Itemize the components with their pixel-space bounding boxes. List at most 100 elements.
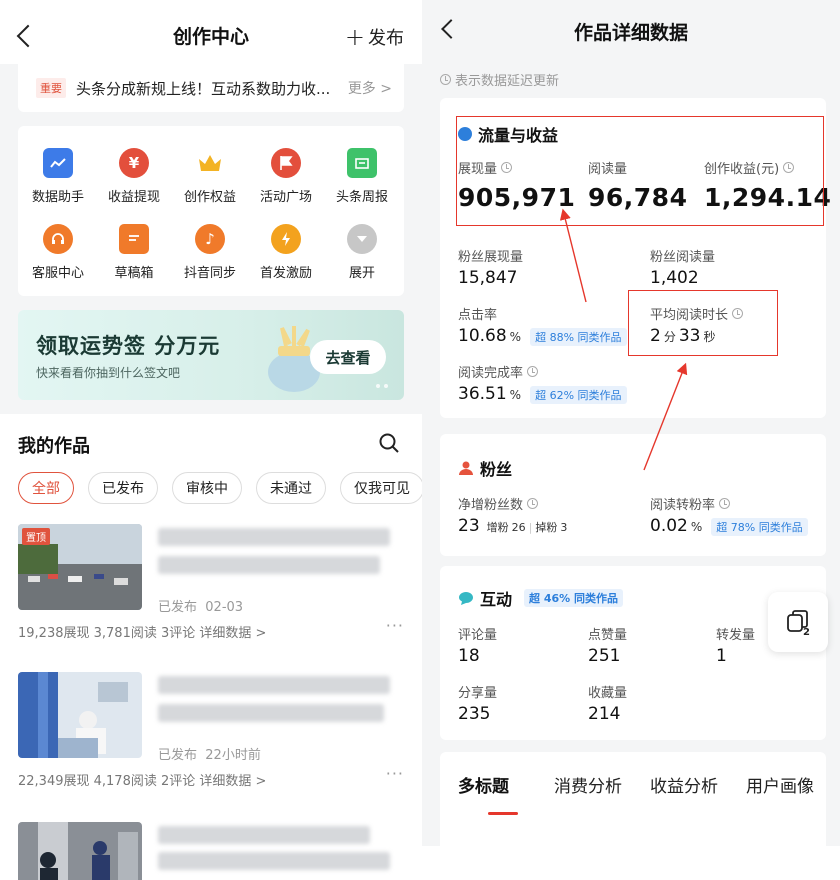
grid-label: 创作权益: [183, 190, 236, 205]
float-count: 2: [803, 627, 810, 638]
grid-item-first-publish-reward[interactable]: 首发激励: [248, 224, 324, 281]
notice-tag: 重要: [36, 78, 66, 98]
grid-label: 收益提现: [107, 190, 160, 205]
work-detail-screen: 作品详细数据 表示数据延迟更新 流量与收益 展现量 905,971 阅读量 96…: [422, 0, 840, 846]
metric-reposts: 转发量 1: [716, 628, 756, 666]
tab-user-profile[interactable]: 用户画像: [746, 772, 814, 797]
blurred-title-line: [158, 704, 384, 722]
grid-label: 活动广场: [259, 190, 312, 205]
douyin-icon: ♪: [195, 224, 225, 254]
grid-label: 客服中心: [31, 266, 84, 281]
calendar-icon: [347, 148, 377, 178]
carousel-dots: [376, 384, 388, 388]
creator-center-screen: 创作中心 + 发布 重要 头条分成新规上线！互动系数助力收... 更多 > 数据…: [0, 0, 422, 880]
tool-grid: 数据助手 ¥ 收益提现 创作权益 活动广场 头条周报 客服中心 草稿箱 ♪ 抖音…: [18, 126, 404, 296]
promo-banner[interactable]: 领取运势签 分万元 快来看看你抽到什么签文吧 去查看: [18, 310, 404, 400]
fans-card: 粉丝 净增粉丝数 23 增粉 26 | 掉粉 3 阅读转粉率 0.02% 超 78% …: [440, 434, 826, 556]
metric-net-fans: 净增粉丝数 23 增粉 26 | 掉粉 3: [458, 498, 568, 536]
work-stats[interactable]: 19,238展现 3,781阅读 3评论 详细数据 >: [18, 622, 266, 641]
banner-title: 领取运势签 分万元: [36, 334, 221, 358]
person-icon: [459, 461, 473, 475]
grid-label: 抖音同步: [183, 266, 236, 281]
grid-label: 草稿箱: [114, 266, 154, 281]
blurred-title-line: [158, 676, 390, 694]
work-status-time: 已发布 02-03: [158, 600, 244, 615]
work-stats[interactable]: 22,349展现 4,178阅读 2评论 详细数据 >: [18, 770, 266, 789]
search-icon[interactable]: [378, 432, 400, 454]
grid-item-creator-rights[interactable]: 创作权益: [172, 148, 248, 205]
delay-note: 表示数据延迟更新: [440, 70, 559, 89]
top-bar: 作品详细数据: [422, 0, 840, 62]
work-item[interactable]: 置顶 已发布 02-03 19,238展现 3,781阅读 3评论 详细数据 >…: [18, 524, 408, 648]
comparison-badge: 超 78% 同类作品: [711, 518, 808, 536]
blurred-title-line: [158, 826, 370, 844]
comparison-badge: 超 88% 同类作品: [530, 328, 627, 346]
metric-ctr: 点击率 10.68% 超 88% 同类作品: [458, 304, 627, 346]
notice-bar[interactable]: 重要 头条分成新规上线！互动系数助力收... 更多 >: [18, 64, 404, 112]
plus-icon: +: [344, 23, 365, 51]
pinned-tag: 置顶: [22, 528, 50, 545]
filter-published[interactable]: 已发布: [88, 472, 158, 504]
highlight-box-avg-time: [628, 290, 778, 356]
banner-subtitle: 快来看看你抽到什么签文吧: [36, 366, 181, 380]
clock-icon: [440, 74, 451, 85]
grid-item-drafts[interactable]: 草稿箱: [96, 224, 172, 281]
grid-item-customer-service[interactable]: 客服中心: [20, 224, 96, 281]
work-status-time: 已发布 22小时前: [158, 748, 261, 763]
metric-completion-rate: 阅读完成率 36.51% 超 62% 同类作品: [458, 362, 627, 404]
metric-read-to-fan-rate: 阅读转粉率 0.02% 超 78% 同类作品: [650, 494, 808, 536]
top-bar: 创作中心 + 发布: [0, 0, 422, 64]
clock-icon: [527, 498, 539, 509]
expand-icon: [347, 224, 377, 254]
more-dots-icon[interactable]: ···: [386, 616, 404, 635]
grid-item-activity-square[interactable]: 活动广场: [248, 148, 324, 205]
publish-button[interactable]: + 发布: [345, 24, 404, 50]
floating-window-button[interactable]: 2: [768, 592, 828, 652]
grid-label: 展开: [348, 266, 375, 281]
tab-multi-title[interactable]: 多标题: [458, 772, 509, 797]
publish-label: 发布: [368, 28, 404, 49]
interaction-card: 互动 超 46% 同类作品 评论量 18 点赞量 251 转发量 1 分享量 2…: [440, 566, 826, 740]
banner-view-button[interactable]: 去查看: [310, 340, 386, 374]
page-title: 作品详细数据: [573, 22, 688, 44]
section-title: 我的作品: [18, 436, 90, 457]
work-thumbnail: 置顶: [18, 524, 142, 610]
filter-rejected[interactable]: 未通过: [256, 472, 326, 504]
filter-private[interactable]: 仅我可见: [340, 472, 422, 504]
comparison-badge: 超 62% 同类作品: [530, 386, 627, 404]
grid-item-income-withdraw[interactable]: ¥ 收益提现: [96, 148, 172, 205]
tab-consumption-analysis[interactable]: 消费分析: [554, 772, 622, 797]
filter-all[interactable]: 全部: [18, 472, 74, 504]
section-title: 互动 超 46% 同类作品: [458, 586, 624, 610]
yen-icon: ¥: [119, 148, 149, 178]
active-tab-indicator: [488, 812, 518, 815]
metric-fan-reads: 粉丝阅读量 1,402: [650, 250, 716, 288]
my-works-section: 我的作品 全部 已发布 审核中 未通过 仅我可见 置顶 已发布 02-03 19…: [0, 414, 422, 880]
flag-icon: [271, 148, 301, 178]
headset-icon: [43, 224, 73, 254]
tab-income-analysis[interactable]: 收益分析: [650, 772, 718, 797]
work-thumbnail: [18, 822, 142, 880]
grid-item-data-assistant[interactable]: 数据助手: [20, 148, 96, 205]
grid-item-douyin-sync[interactable]: ♪ 抖音同步: [172, 224, 248, 281]
comparison-badge: 超 46% 同类作品: [524, 589, 624, 607]
filter-reviewing[interactable]: 审核中: [172, 472, 242, 504]
notice-more-link[interactable]: 更多 >: [348, 78, 392, 98]
metric-shares: 分享量 235: [458, 686, 498, 724]
blurred-title-line: [158, 528, 390, 546]
work-item[interactable]: 已发布 22小时前 22,349展现 4,178阅读 2评论 详细数据 > ··…: [18, 672, 408, 796]
grid-item-weekly-report[interactable]: 头条周报: [324, 148, 400, 205]
grid-label: 数据助手: [31, 190, 84, 205]
more-dots-icon[interactable]: ···: [386, 764, 404, 783]
grid-item-expand[interactable]: 展开: [324, 224, 400, 281]
clock-icon: [527, 366, 539, 377]
blurred-title-line: [158, 852, 390, 870]
crown-icon: [195, 148, 225, 178]
metric-likes: 点赞量 251: [588, 628, 628, 666]
metric-comments: 评论量 18: [458, 628, 498, 666]
work-item[interactable]: [18, 822, 408, 880]
grid-label: 首发激励: [259, 266, 312, 281]
metric-favorites: 收藏量 214: [588, 686, 628, 724]
blurred-title-line: [158, 556, 380, 574]
draft-icon: [119, 224, 149, 254]
